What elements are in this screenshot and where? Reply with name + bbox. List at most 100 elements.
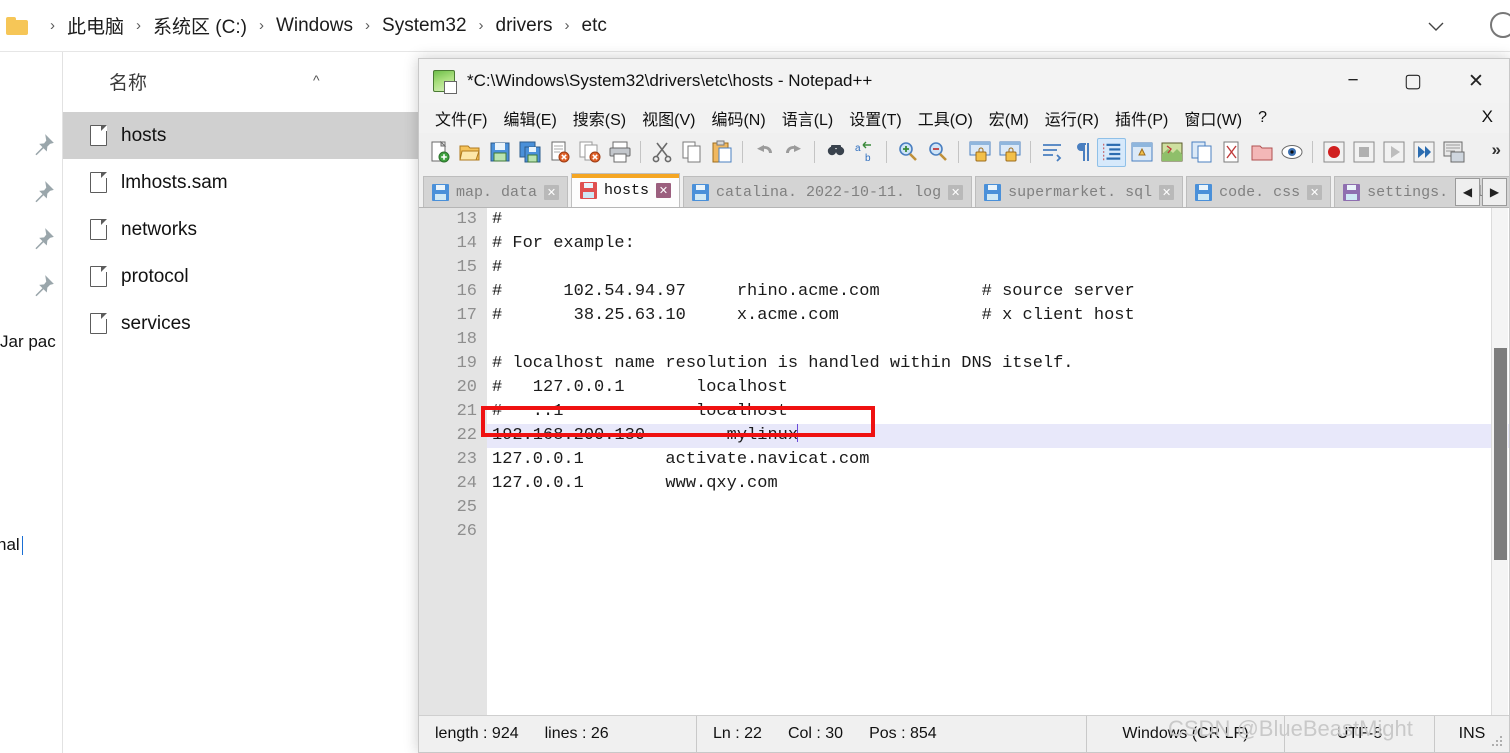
find-icon[interactable] [821,138,850,167]
tab-scroll-right-button[interactable]: ▶ [1482,178,1507,206]
save-icon[interactable] [485,138,514,167]
resize-grip-icon[interactable] [1490,734,1504,748]
menu-item-run[interactable]: 运行(R) [1037,103,1107,133]
menu-item-file[interactable]: 文件(F) [427,103,495,133]
replace-icon[interactable]: ab [851,138,880,167]
paste-icon[interactable] [707,138,736,167]
folder-as-workspace-icon[interactable] [1217,138,1246,167]
sync-vertical-scroll-icon[interactable] [965,138,994,167]
pinned-items-strip [30,132,56,320]
close-icon[interactable]: ✕ [544,184,560,200]
menu-item-macro[interactable]: 宏(M) [981,103,1037,133]
pin-icon[interactable] [30,132,56,158]
record-macro-icon[interactable] [1319,138,1348,167]
menu-item-language[interactable]: 语言(L) [774,103,842,133]
column-header-name[interactable]: 名称 [109,68,147,95]
tab-scroll-left-button[interactable]: ◀ [1455,178,1480,206]
tab-label: catalina. 2022-10-11. log [716,183,942,201]
tab-label: hosts [604,182,650,199]
zoom-in-icon[interactable] [893,138,922,167]
menu-item-help[interactable]: ? [1250,106,1275,130]
open-folder-icon[interactable] [455,138,484,167]
breadcrumb-item-2[interactable]: Windows [274,13,355,39]
run-icon[interactable] [1439,138,1468,167]
breadcrumb-item-0[interactable]: 此电脑 [65,10,126,41]
close-all-icon[interactable] [575,138,604,167]
code-line: # For example: [492,234,635,253]
pin-icon[interactable] [30,179,56,205]
show-all-characters-icon[interactable] [1067,138,1096,167]
copy-icon[interactable] [677,138,706,167]
undo-icon[interactable] [749,138,778,167]
breadcrumb-item-1[interactable]: 系统区 (C:) [151,10,249,41]
tab-hosts[interactable]: hosts ✕ [571,173,681,207]
user-defined-language-icon[interactable] [1127,138,1156,167]
menu-item-tools[interactable]: 工具(O) [910,103,981,133]
vertical-scrollbar[interactable] [1491,208,1508,715]
breadcrumb-item-3[interactable]: System32 [380,13,468,39]
tab-label: code. css [1219,183,1301,201]
file-name: hosts [121,124,167,146]
tab-code-css[interactable]: code. css ✕ [1186,176,1332,207]
status-encoding[interactable]: UTF-8 [1285,715,1435,753]
line-number-gutter: 13 14 15 16 17 18 19 20 21 22 23 24 25 2… [419,208,487,715]
scrollbar-thumb[interactable] [1494,348,1507,560]
stop-macro-icon[interactable] [1349,138,1378,167]
file-name: networks [121,218,198,240]
breadcrumb-item-5[interactable]: etc [580,13,609,39]
tab-supermarket-sql[interactable]: supermarket. sql ✕ [975,176,1184,207]
tab-map-data[interactable]: map. data ✕ [423,176,569,207]
minimize-button[interactable]: − [1323,59,1383,103]
function-list-icon[interactable] [1187,138,1216,167]
document-map-icon[interactable] [1157,138,1186,167]
menu-item-search[interactable]: 搜索(S) [565,103,634,133]
zoom-out-icon[interactable] [923,138,952,167]
close-icon[interactable]: ✕ [1159,184,1175,200]
menu-item-window[interactable]: 窗口(W) [1176,103,1250,133]
maximize-button[interactable]: ▢ [1383,59,1443,103]
editor-area[interactable]: 13 14 15 16 17 18 19 20 21 22 23 24 25 2… [419,207,1509,715]
tab-catalina-log[interactable]: catalina. 2022-10-11. log ✕ [683,176,973,207]
play-macro-icon[interactable] [1379,138,1408,167]
print-icon[interactable] [605,138,634,167]
preview-icon[interactable] [1277,138,1306,167]
word-wrap-icon[interactable] [1037,138,1066,167]
new-file-icon[interactable] [425,138,454,167]
menu-item-plugins[interactable]: 插件(P) [1107,103,1176,133]
cut-icon[interactable] [647,138,676,167]
chevron-down-icon[interactable] [1424,14,1448,38]
menu-item-encoding[interactable]: 编码(N) [703,103,773,133]
close-icon[interactable]: ✕ [1307,184,1323,200]
menu-item-edit[interactable]: 编辑(E) [495,103,564,133]
search-icon[interactable] [1490,12,1510,38]
run-macro-multiple-icon[interactable] [1409,138,1438,167]
toolbar: ab » [419,133,1509,171]
status-lines: lines : 26 [544,725,609,742]
title-bar[interactable]: *C:\Windows\System32\drivers\etc\hosts -… [419,59,1509,103]
sync-horizontal-scroll-icon[interactable] [995,138,1024,167]
close-document-button[interactable]: X [1482,107,1493,127]
close-icon[interactable]: ✕ [656,183,672,198]
menu-item-view[interactable]: 视图(V) [634,103,703,133]
monitoring-icon[interactable] [1247,138,1276,167]
line-number: 20 [456,378,477,397]
code-text[interactable]: # # For example: # # 102.54.94.97 rhino.… [487,208,1509,715]
redo-icon[interactable] [779,138,808,167]
save-all-icon[interactable] [515,138,544,167]
status-eol-format[interactable]: Windows (CR LF) [1087,715,1285,753]
toolbar-overflow-button[interactable]: » [1492,140,1501,160]
save-blue-icon [984,183,1002,201]
pin-icon[interactable] [30,226,56,252]
breadcrumb-item-4[interactable]: drivers [494,13,555,39]
menu-item-settings[interactable]: 设置(T) [841,103,909,133]
close-file-icon[interactable] [545,138,574,167]
status-caret-position: Ln : 22 Col : 30 Pos : 854 [697,715,1087,753]
pin-icon[interactable] [30,273,56,299]
indent-guide-icon[interactable] [1097,137,1126,167]
line-number: 19 [456,354,477,373]
code-line-current: 192.168.200.130 mylinux [487,424,1509,448]
breadcrumb[interactable]: › 此电脑 › 系统区 (C:) › Windows › System32 › … [0,0,1510,52]
close-button[interactable]: ✕ [1443,59,1509,103]
close-icon[interactable]: ✕ [948,184,964,200]
